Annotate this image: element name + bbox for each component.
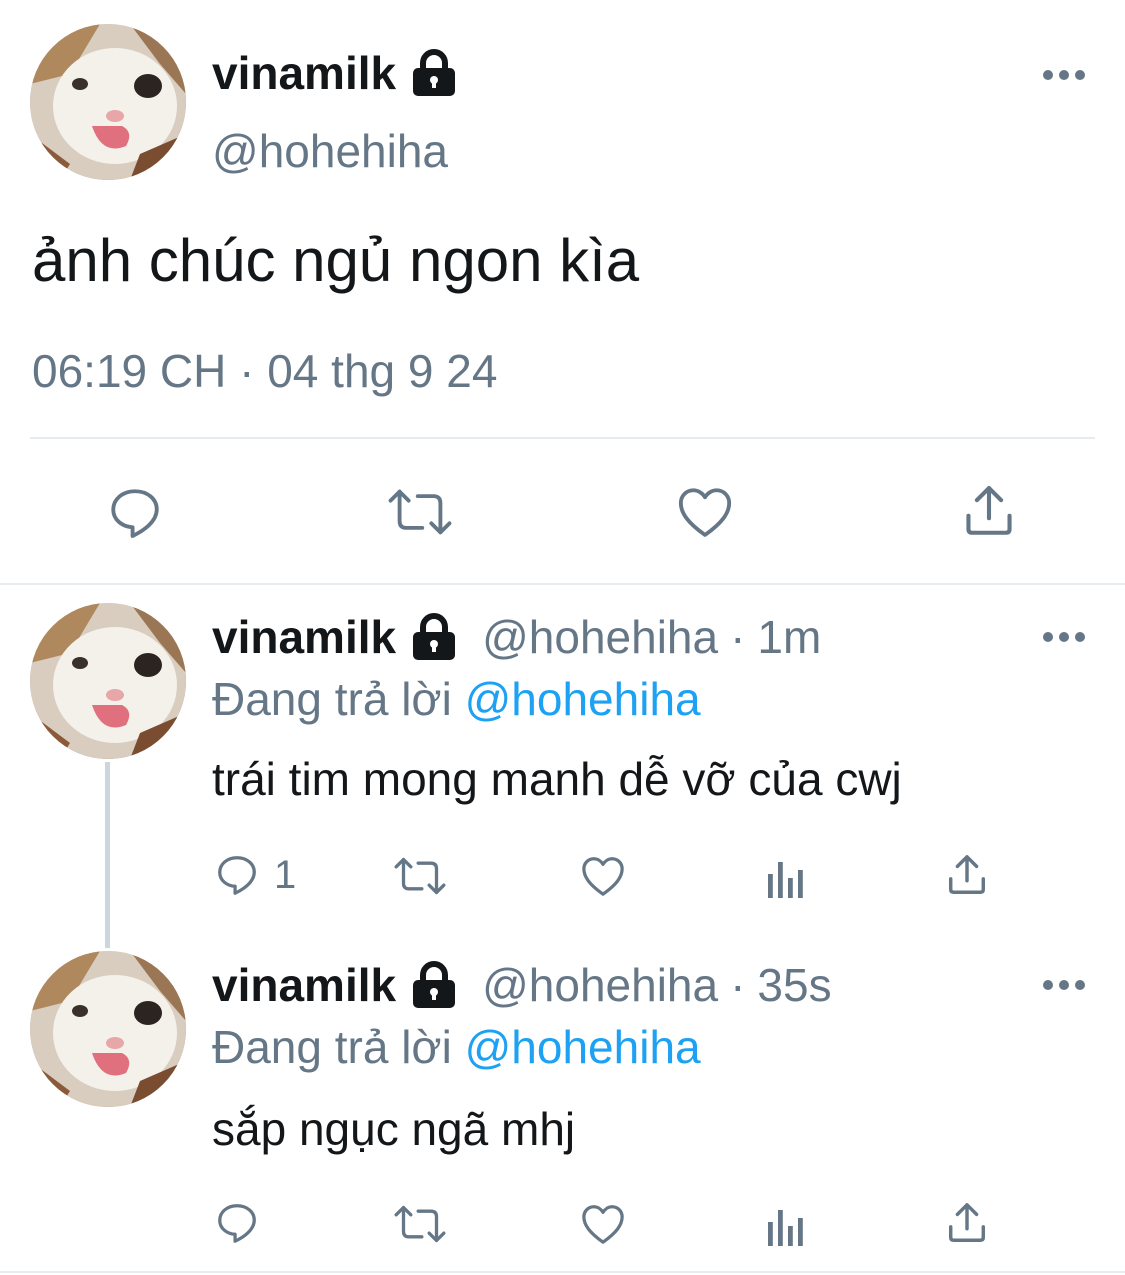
separator: · xyxy=(730,611,746,663)
display-name[interactable]: vinamilk xyxy=(212,46,460,100)
divider xyxy=(0,583,1125,585)
cat-avatar-image xyxy=(30,24,186,180)
tweet-text: sắp ngục ngã mhj xyxy=(212,1103,576,1155)
analytics-button[interactable] xyxy=(766,1206,806,1246)
display-name-text: vinamilk xyxy=(212,959,397,1011)
heart-icon xyxy=(582,1205,624,1244)
thread-connector-line xyxy=(105,762,110,948)
retweet-icon xyxy=(394,1205,446,1243)
lock-icon xyxy=(408,613,460,661)
replying-to: Đang trả lời @hohehiha xyxy=(212,1020,701,1074)
reply-header: vinamilk @hohehiha · 35s xyxy=(212,958,832,1012)
reply-button[interactable] xyxy=(106,484,164,542)
reply-header: vinamilk @hohehiha · 1m xyxy=(212,610,821,664)
tweet-text: ảnh chúc ngủ ngon kìa xyxy=(32,227,640,294)
reply-button[interactable] xyxy=(214,1200,260,1246)
retweet-button[interactable] xyxy=(386,484,454,540)
share-button[interactable] xyxy=(960,482,1018,540)
tweet-text: trái tim mong manh dễ vỡ của cwj xyxy=(212,753,902,805)
retweet-button[interactable] xyxy=(392,854,448,898)
retweet-icon xyxy=(388,489,452,535)
display-name[interactable]: vinamilk xyxy=(212,610,460,664)
reply-button[interactable]: 1 xyxy=(214,852,296,898)
retweet-icon xyxy=(394,857,446,895)
avatar[interactable] xyxy=(30,24,186,180)
more-icon[interactable] xyxy=(1042,978,1086,992)
share-button[interactable] xyxy=(944,852,990,898)
cat-avatar-image xyxy=(30,951,186,1107)
tweet-thread: vinamilk @hohehiha ảnh chúc ngủ ngon kìa… xyxy=(0,0,1125,1275)
like-button[interactable] xyxy=(579,1202,627,1246)
lock-icon xyxy=(408,961,460,1009)
replying-to: Đang trả lời @hohehiha xyxy=(212,672,701,726)
relative-time[interactable]: 35s xyxy=(757,958,831,1012)
share-button[interactable] xyxy=(944,1200,990,1246)
divider xyxy=(0,1271,1125,1273)
separator: · xyxy=(730,959,746,1011)
avatar[interactable] xyxy=(30,951,186,1107)
mention-link[interactable]: @hohehiha xyxy=(465,673,701,725)
mention-link[interactable]: @hohehiha xyxy=(465,1021,701,1073)
display-name[interactable]: vinamilk xyxy=(212,958,460,1012)
retweet-button[interactable] xyxy=(392,1202,448,1246)
share-icon xyxy=(948,1203,986,1242)
username[interactable]: @hohehiha xyxy=(482,958,718,1012)
reply-icon xyxy=(111,489,159,538)
reply-icon xyxy=(218,1204,256,1243)
share-icon xyxy=(948,855,986,894)
more-icon[interactable] xyxy=(1042,630,1086,644)
reply-count: 1 xyxy=(274,852,297,897)
heart-icon xyxy=(582,857,624,896)
more-icon[interactable] xyxy=(1042,68,1086,82)
analytics-icon xyxy=(768,1210,803,1246)
analytics-button[interactable] xyxy=(766,858,806,898)
heart-icon xyxy=(678,488,732,537)
display-name-text: vinamilk xyxy=(212,47,397,99)
username[interactable]: @hohehiha xyxy=(482,610,718,664)
display-name-text: vinamilk xyxy=(212,611,397,663)
like-button[interactable] xyxy=(676,484,734,540)
like-button[interactable] xyxy=(579,854,627,898)
reply-icon xyxy=(218,856,256,895)
cat-avatar-image xyxy=(30,603,186,759)
tweet-timestamp[interactable]: 06:19 CH · 04 thg 9 24 xyxy=(32,344,497,398)
replying-to-label: Đang trả lời xyxy=(212,673,452,725)
username[interactable]: @hohehiha xyxy=(212,124,448,178)
analytics-icon xyxy=(768,862,803,898)
share-icon xyxy=(966,485,1012,535)
avatar[interactable] xyxy=(30,603,186,759)
lock-icon xyxy=(408,49,460,97)
replying-to-label: Đang trả lời xyxy=(212,1021,452,1073)
relative-time[interactable]: 1m xyxy=(757,610,821,664)
divider xyxy=(30,437,1095,439)
